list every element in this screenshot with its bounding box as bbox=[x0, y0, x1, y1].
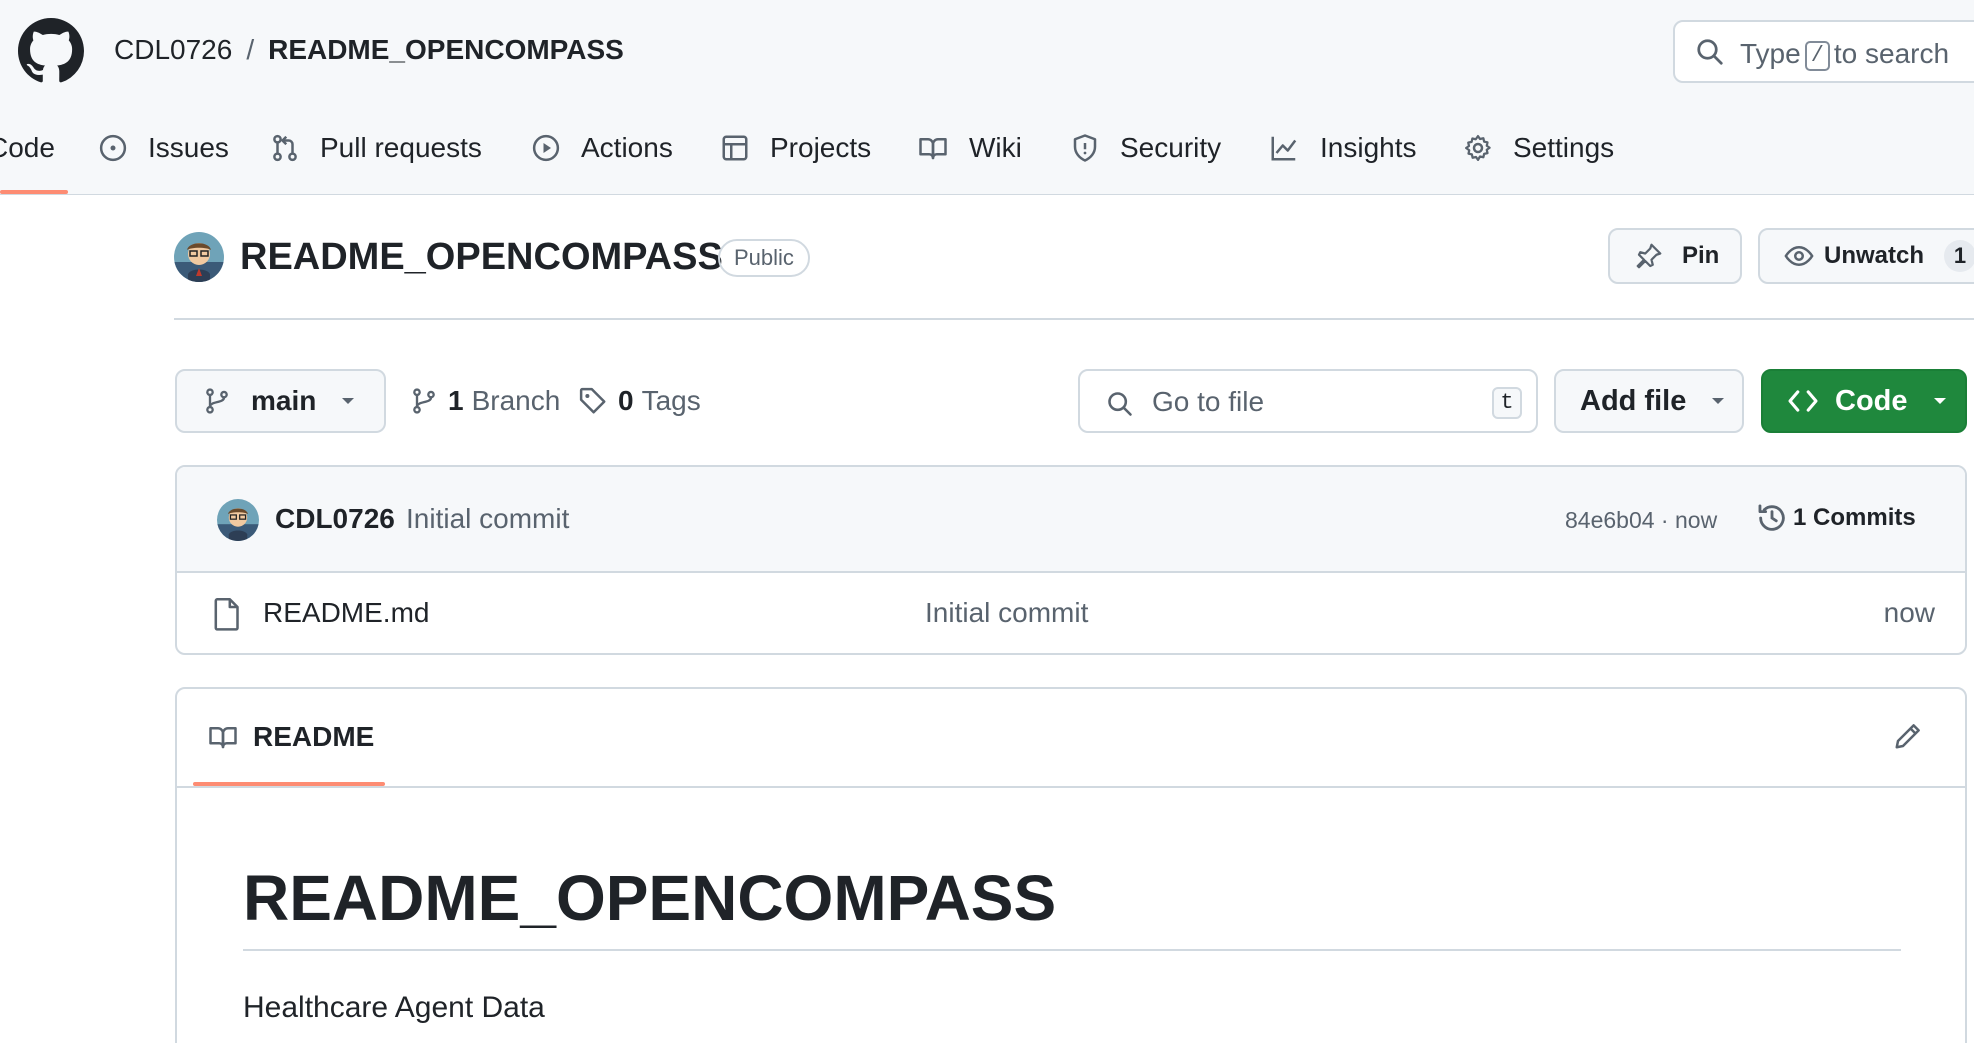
readme-tab-indicator bbox=[193, 782, 385, 786]
tag-label: Tags bbox=[641, 385, 701, 416]
branch-count: 1 bbox=[448, 385, 464, 416]
breadcrumb: CDL0726 / README_OPENCOMPASS bbox=[114, 34, 624, 66]
go-to-file-input[interactable] bbox=[1152, 383, 1452, 421]
repo-title-bar: README_OPENCOMPASS Public Pin Unwatch 1 bbox=[174, 228, 1974, 320]
repo-name[interactable]: README_OPENCOMPASS bbox=[240, 236, 723, 279]
pin-button[interactable]: Pin bbox=[1608, 228, 1742, 284]
caret-down-icon bbox=[1933, 398, 1946, 404]
breadcrumb-separator: / bbox=[246, 34, 255, 65]
tab-settings-label: Settings bbox=[1513, 132, 1615, 163]
readme-header: README bbox=[177, 689, 1965, 788]
tab-actions-label: Actions bbox=[581, 132, 673, 163]
tab-insights[interactable]: Insights bbox=[1268, 128, 1417, 168]
file-row[interactable]: README.md Initial commit now bbox=[177, 573, 1965, 653]
file-commit-message[interactable]: Initial commit bbox=[925, 597, 1088, 629]
file-list: CDL0726 Initial commit 84e6b04 · now 1 C… bbox=[175, 465, 1967, 655]
tab-settings[interactable]: Settings bbox=[1463, 128, 1614, 168]
tab-security-label: Security bbox=[1120, 132, 1222, 163]
pull-request-icon bbox=[273, 134, 297, 162]
tab-pull-requests[interactable]: Pull requests bbox=[270, 128, 482, 168]
tab-readme[interactable]: README bbox=[207, 721, 374, 753]
commit-message[interactable]: Initial commit bbox=[406, 503, 569, 535]
search-icon bbox=[1108, 392, 1132, 416]
branch-name: main bbox=[251, 385, 317, 416]
graph-icon bbox=[1271, 136, 1297, 161]
file-commit-time: now bbox=[1883, 597, 1935, 628]
file-name[interactable]: README.md bbox=[263, 597, 429, 629]
tab-wiki[interactable]: Wiki bbox=[917, 128, 1022, 168]
add-file-button[interactable]: Add file bbox=[1554, 369, 1744, 433]
file-icon bbox=[214, 598, 239, 631]
tab-wiki-label: Wiki bbox=[969, 132, 1022, 163]
pencil-icon[interactable] bbox=[1893, 721, 1923, 751]
tag-count: 0 bbox=[618, 385, 634, 416]
branch-select[interactable]: main bbox=[175, 369, 386, 433]
search-icon bbox=[1697, 39, 1723, 65]
commit-hash-time[interactable]: 84e6b04 · now bbox=[1565, 507, 1717, 534]
tab-insights-label: Insights bbox=[1320, 132, 1417, 163]
tag-icon bbox=[579, 387, 606, 414]
go-to-file-shortcut-key: t bbox=[1492, 387, 1522, 419]
code-icon bbox=[1788, 390, 1818, 412]
pin-label: Pin bbox=[1682, 242, 1720, 269]
tab-projects[interactable]: Projects bbox=[720, 128, 871, 168]
breadcrumb-owner[interactable]: CDL0726 bbox=[114, 34, 232, 65]
avatar-image bbox=[174, 232, 224, 282]
tab-issues-label: Issues bbox=[148, 132, 229, 163]
caret-down-icon bbox=[342, 398, 355, 404]
commits-history-link[interactable]: 1 Commits bbox=[1755, 501, 1916, 535]
table-icon bbox=[722, 135, 748, 161]
search-placeholder: Type / to search bbox=[1740, 38, 1950, 71]
tab-security[interactable]: Security bbox=[1070, 128, 1221, 168]
code-button[interactable]: Code bbox=[1761, 369, 1967, 433]
github-logo-icon[interactable] bbox=[18, 18, 84, 84]
unwatch-label: Unwatch bbox=[1824, 242, 1925, 269]
branches-link[interactable]: 1 Branch bbox=[410, 385, 560, 417]
add-file-label: Add file bbox=[1580, 384, 1687, 417]
readme-paragraph: Healthcare Agent Data bbox=[243, 991, 545, 1024]
readme-tab-label: README bbox=[253, 721, 375, 752]
unwatch-button[interactable]: Unwatch 1 bbox=[1758, 228, 1974, 284]
pin-icon bbox=[1636, 243, 1662, 269]
global-search[interactable]: Type / to search bbox=[1673, 20, 1974, 83]
commits-label: 1 Commits bbox=[1793, 504, 1916, 531]
tab-projects-label: Projects bbox=[770, 132, 872, 163]
commit-author[interactable]: CDL0726 bbox=[275, 503, 395, 535]
readme-title: README_OPENCOMPASS bbox=[243, 861, 1901, 951]
book-icon bbox=[919, 138, 947, 160]
tab-code[interactable]: Code bbox=[0, 128, 55, 168]
owner-avatar[interactable] bbox=[174, 232, 224, 282]
play-icon bbox=[532, 134, 560, 162]
shield-icon bbox=[1073, 134, 1097, 162]
history-icon bbox=[1758, 504, 1785, 531]
commit-author-avatar[interactable] bbox=[217, 499, 259, 541]
branch-label: Branch bbox=[471, 385, 561, 416]
tab-code-label: Code bbox=[0, 132, 55, 163]
caret-down-icon bbox=[1712, 398, 1725, 404]
latest-commit-bar: CDL0726 Initial commit 84e6b04 · now 1 C… bbox=[177, 467, 1965, 573]
code-button-label: Code bbox=[1835, 384, 1908, 417]
selected-tab-indicator bbox=[0, 190, 68, 194]
tab-pull-requests-label: Pull requests bbox=[320, 132, 482, 163]
issue-icon bbox=[99, 134, 127, 162]
go-to-file[interactable]: t bbox=[1078, 369, 1538, 433]
book-icon bbox=[209, 727, 237, 749]
watch-count: 1 bbox=[1944, 240, 1974, 272]
readme-panel: README README_OPENCOMPASS Healthcare Age… bbox=[175, 687, 1967, 1043]
tab-issues[interactable]: Issues bbox=[98, 128, 229, 168]
eye-icon bbox=[1784, 245, 1814, 267]
avatar-image bbox=[217, 499, 259, 541]
tab-actions[interactable]: Actions bbox=[531, 128, 673, 168]
branch-icon bbox=[413, 388, 435, 414]
gear-icon bbox=[1465, 135, 1491, 161]
branch-icon bbox=[206, 388, 228, 414]
visibility-badge: Public bbox=[718, 239, 810, 277]
search-shortcut-key: / bbox=[1804, 41, 1830, 71]
breadcrumb-repo[interactable]: README_OPENCOMPASS bbox=[268, 34, 624, 65]
tags-link[interactable]: 0 Tags bbox=[578, 385, 701, 417]
